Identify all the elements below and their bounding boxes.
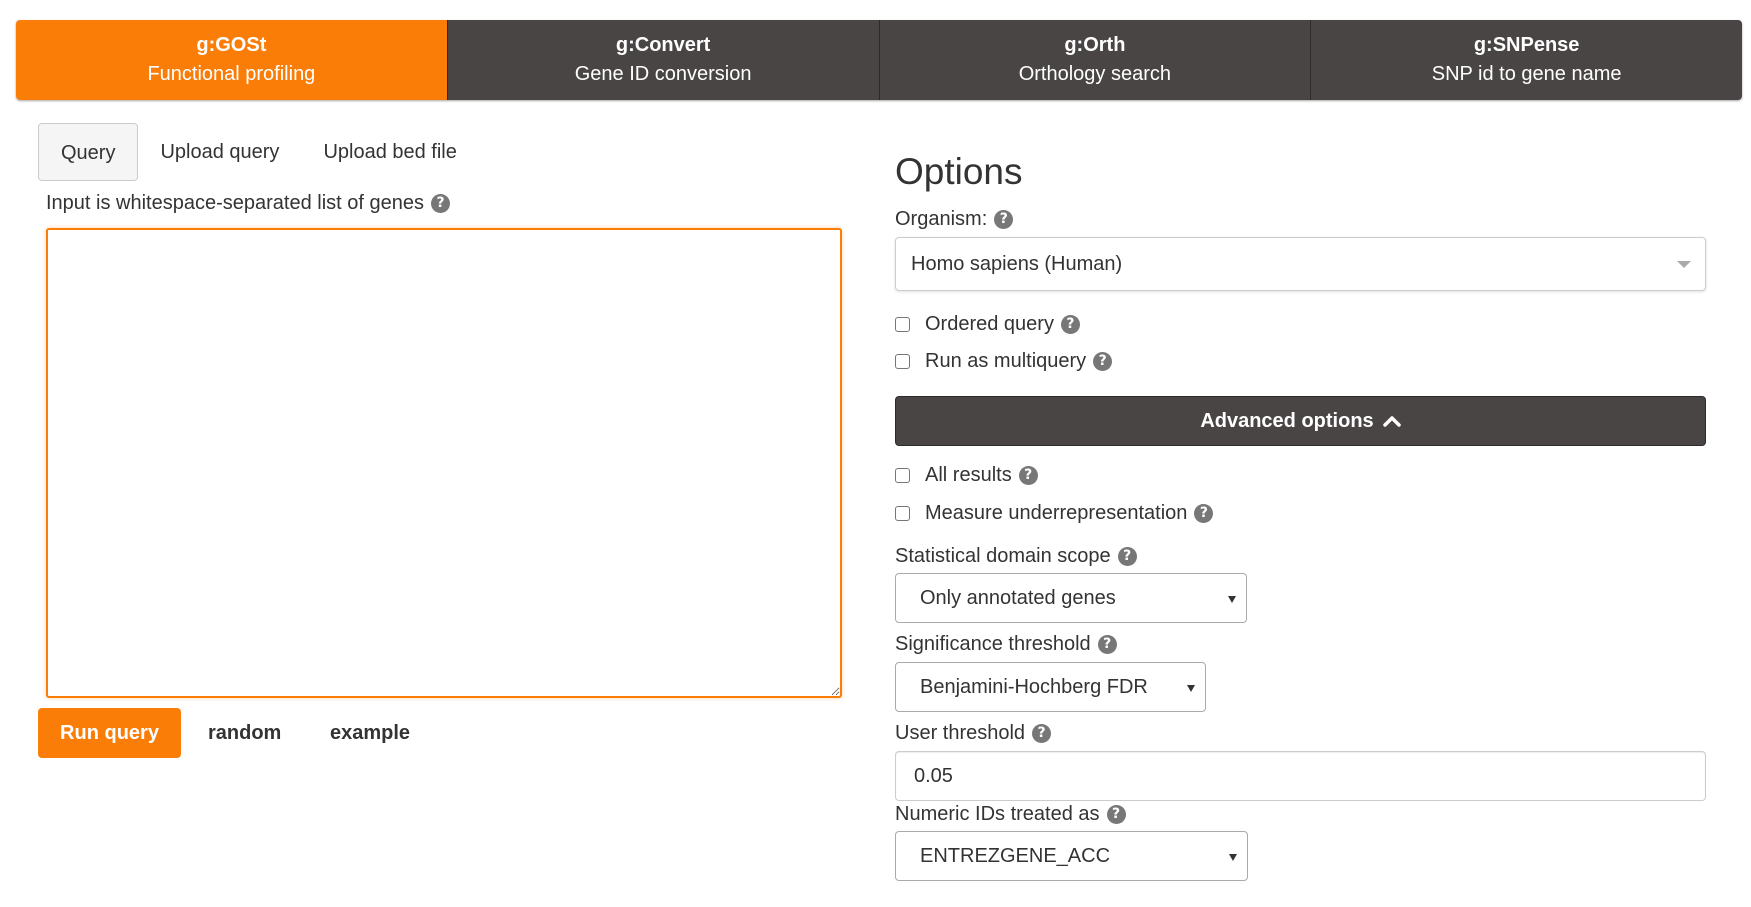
caret-down-icon <box>1677 261 1691 268</box>
question-circle-icon[interactable]: ? <box>1093 352 1113 371</box>
organism-label-text: Organism: <box>895 208 988 230</box>
underrepresentation-label: Measure underrepresentation <box>925 502 1188 524</box>
gene-list-input[interactable] <box>46 228 842 698</box>
advanced-options-label: Advanced options <box>1200 409 1374 432</box>
all-results-row: All results ? <box>895 464 1038 487</box>
significance-label: Significance threshold ? <box>895 633 1117 656</box>
question-circle-icon[interactable]: ? <box>1018 466 1038 485</box>
question-circle-icon[interactable]: ? <box>431 194 450 213</box>
tab-query[interactable]: Query <box>38 123 139 181</box>
tab-upload-query[interactable]: Upload query <box>138 123 301 181</box>
ordered-query-row: Ordered query ? <box>895 313 1080 336</box>
dropdown-arrow-icon <box>1187 685 1195 692</box>
example-button[interactable]: example <box>330 708 410 758</box>
user-threshold-input[interactable] <box>895 751 1706 801</box>
question-circle-icon[interactable]: ? <box>1032 724 1052 743</box>
dropdown-arrow-icon <box>1228 596 1236 603</box>
multiquery-label: Run as multiquery <box>925 350 1087 372</box>
tool-tab-orth[interactable]: g:Orth Orthology search <box>878 20 1311 100</box>
domain-scope-label: Statistical domain scope ? <box>895 545 1137 568</box>
tool-tab-snpense-name: g:SNPense <box>1473 34 1580 56</box>
tool-tab-convert[interactable]: g:Convert Gene ID conversion <box>446 20 879 100</box>
tool-tab-convert-subtitle: Gene ID conversion <box>574 63 752 85</box>
significance-label-text: Significance threshold <box>895 633 1091 655</box>
question-circle-icon[interactable]: ? <box>1117 547 1137 566</box>
user-threshold-label-text: User threshold <box>895 722 1026 744</box>
tab-upload-bed-file[interactable]: Upload bed file <box>301 123 478 181</box>
question-circle-icon[interactable]: ? <box>994 210 1014 229</box>
multiquery-row: Run as multiquery ? <box>895 350 1113 373</box>
question-circle-icon[interactable]: ? <box>1060 315 1080 334</box>
random-button[interactable]: random <box>208 708 281 758</box>
significance-select[interactable]: Benjamini-Hochberg FDR <box>895 662 1206 712</box>
organism-label: Organism: ? <box>895 208 1014 231</box>
multiquery-checkbox[interactable] <box>895 354 910 369</box>
domain-scope-label-text: Statistical domain scope <box>895 545 1111 567</box>
tool-navbar: g:GOSt Functional profiling g:Convert Ge… <box>16 20 1742 100</box>
all-results-label: All results <box>925 464 1012 486</box>
user-threshold-label: User threshold ? <box>895 722 1052 745</box>
advanced-options-button[interactable]: Advanced options <box>895 396 1706 446</box>
organism-select[interactable]: Homo sapiens (Human) <box>895 237 1706 291</box>
tool-tab-orth-name: g:Orth <box>1064 34 1126 56</box>
tool-tab-gost-name: g:GOSt <box>196 34 267 56</box>
numeric-ids-select[interactable]: ENTREZGENE_ACC <box>895 831 1248 881</box>
gene-input-label: Input is whitespace-separated list of ge… <box>46 192 450 215</box>
organism-selected-value: Homo sapiens (Human) <box>911 252 1123 275</box>
question-circle-icon[interactable]: ? <box>1097 635 1117 654</box>
numeric-ids-value: ENTREZGENE_ACC <box>920 844 1111 867</box>
query-tabs: Query Upload query Upload bed file <box>38 123 479 181</box>
chevron-up-icon <box>1382 416 1401 427</box>
question-circle-icon[interactable]: ? <box>1106 805 1126 824</box>
tool-tab-gost[interactable]: g:GOSt Functional profiling <box>16 20 447 100</box>
tool-tab-convert-name: g:Convert <box>615 34 711 56</box>
domain-scope-value: Only annotated genes <box>920 586 1116 609</box>
significance-value: Benjamini-Hochberg FDR <box>920 675 1148 698</box>
domain-scope-select[interactable]: Only annotated genes <box>895 573 1247 623</box>
tool-tab-orth-subtitle: Orthology search <box>1018 63 1172 85</box>
question-circle-icon[interactable]: ? <box>1194 504 1214 523</box>
options-title: Options <box>895 151 1023 192</box>
all-results-checkbox[interactable] <box>895 468 910 483</box>
numeric-ids-label: Numeric IDs treated as ? <box>895 803 1126 826</box>
ordered-query-checkbox[interactable] <box>895 317 910 332</box>
dropdown-arrow-icon <box>1229 854 1237 861</box>
ordered-query-label: Ordered query <box>925 313 1054 335</box>
underrepresentation-checkbox[interactable] <box>895 506 910 521</box>
underrepresentation-row: Measure underrepresentation ? <box>895 502 1214 525</box>
tool-tab-snpense-subtitle: SNP id to gene name <box>1431 63 1622 85</box>
tool-tab-snpense[interactable]: g:SNPense SNP id to gene name <box>1310 20 1742 100</box>
numeric-ids-label-text: Numeric IDs treated as <box>895 803 1100 825</box>
tool-tab-gost-subtitle: Functional profiling <box>147 63 316 85</box>
run-query-button[interactable]: Run query <box>38 708 181 758</box>
gene-input-label-text: Input is whitespace-separated list of ge… <box>46 192 424 214</box>
